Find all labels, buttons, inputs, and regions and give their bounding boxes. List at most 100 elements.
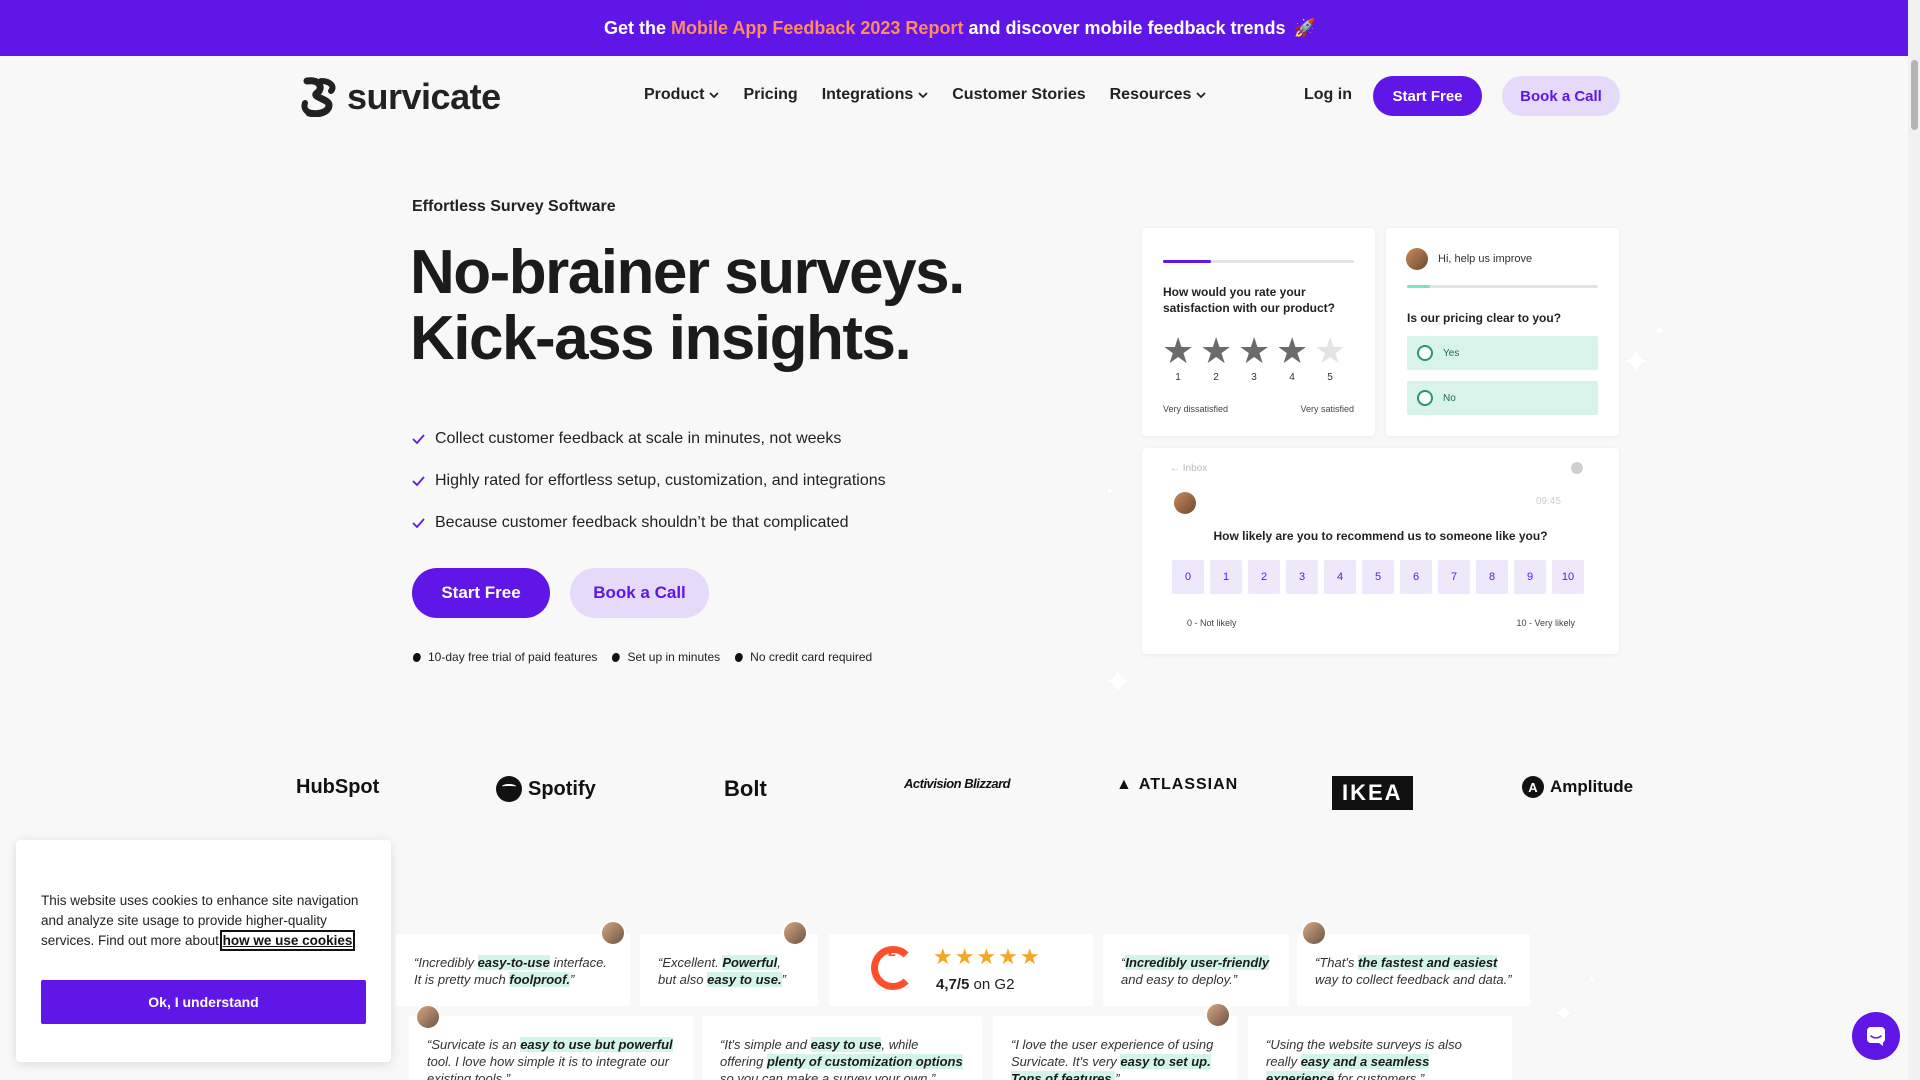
- g2-score-suffix: on G2: [973, 976, 1015, 993]
- amplitude-wordmark: Amplitude: [1550, 777, 1634, 796]
- benefit-text: Because customer feedback shouldn’t be t…: [435, 514, 849, 531]
- nav-links: Product Pricing Integrations Customer St…: [644, 86, 1230, 104]
- nav-product[interactable]: Product: [644, 86, 720, 104]
- review-card: “It's simple and easy to use, while offe…: [702, 1016, 982, 1080]
- cookie-message: This website uses cookies to enhance sit…: [41, 891, 371, 951]
- choice-option-label: Yes: [1443, 347, 1460, 359]
- banner-suffix: and discover mobile feedback trends: [968, 17, 1286, 38]
- review-highlight: the fastest and easiest: [1357, 955, 1498, 970]
- review-text: “Excellent.: [658, 955, 723, 970]
- review-text: way to collect feedback and data.”: [1315, 972, 1512, 987]
- leaf-icon: [413, 652, 421, 662]
- nps-option[interactable]: 5: [1362, 560, 1394, 594]
- review-card: “Using the website surveys is also reall…: [1248, 1016, 1512, 1080]
- amplitude-icon: A: [1522, 776, 1544, 798]
- review-highlight: foolproof.: [509, 972, 571, 987]
- chevron-down-icon: [1196, 92, 1207, 99]
- cookie-text-end: .: [352, 933, 357, 948]
- review-text: so you can make a survey your own.”: [720, 1071, 936, 1080]
- nps-option[interactable]: 2: [1248, 560, 1280, 594]
- atlassian-wordmark: ATLASSIAN: [1138, 776, 1239, 793]
- check-icon: [412, 518, 425, 528]
- star-icon: ★: [1162, 330, 1195, 371]
- login-link[interactable]: Log in: [1304, 86, 1352, 104]
- survicate-logo-icon: [301, 77, 336, 117]
- nps-low-label: 0 - Not likely: [1187, 618, 1237, 628]
- star-number: 2: [1213, 372, 1219, 383]
- benefit-item: Collect customer feedback at scale in mi…: [412, 418, 886, 460]
- review-card: “Incredibly easy-to-use interface. It is…: [396, 920, 630, 1006]
- perk-text: No credit card required: [750, 650, 873, 664]
- review-highlight: easy to use: [810, 1037, 882, 1052]
- chat-launcher-button[interactable]: [1852, 1012, 1900, 1060]
- nps-option[interactable]: 9: [1514, 560, 1546, 594]
- choice-option-no[interactable]: No: [1407, 381, 1598, 415]
- nps-option[interactable]: 7: [1438, 560, 1470, 594]
- star-option[interactable]: ★ 5: [1314, 333, 1346, 384]
- review-card: “Incredibly user-friendly and easy to de…: [1103, 934, 1289, 1006]
- choice-option-yes[interactable]: Yes: [1407, 336, 1598, 370]
- avatar: [1205, 1002, 1231, 1028]
- nps-option[interactable]: 1: [1210, 560, 1242, 594]
- headline-line-2: Kick-ass insights.: [410, 304, 912, 373]
- rating-progress-fill: [1163, 260, 1211, 263]
- nav-pricing[interactable]: Pricing: [743, 86, 797, 104]
- star-number: 1: [1175, 372, 1181, 383]
- cookie-consent-banner: This website uses cookies to enhance sit…: [16, 840, 391, 1062]
- review-text: “Incredibly: [414, 955, 478, 970]
- star-rating: ★ 1 ★ 2 ★ 3 ★ 4 ★ 5: [1162, 330, 1346, 384]
- star-number: 5: [1327, 372, 1333, 383]
- star-option[interactable]: ★ 1: [1162, 330, 1195, 384]
- rating-question: How would you rate your satisfaction wit…: [1163, 285, 1336, 315]
- nps-question: How likely are you to recommend us to so…: [1213, 529, 1548, 543]
- ikea-wordmark: IKEA: [1332, 776, 1413, 810]
- nav-book-call-button[interactable]: Book a Call: [1502, 76, 1620, 116]
- announcement-banner[interactable]: Get the Mobile App Feedback 2023 Report …: [0, 0, 1920, 56]
- hero-book-call-button[interactable]: Book a Call: [570, 568, 709, 618]
- star-option[interactable]: ★ 4: [1276, 333, 1308, 384]
- scrollbar-thumb[interactable]: [1911, 60, 1918, 130]
- hero-start-free-button[interactable]: Start Free: [412, 568, 550, 618]
- logo-wordmark: survicate: [347, 76, 501, 117]
- nav-integrations[interactable]: Integrations: [822, 86, 929, 104]
- choice-greeting: Hi, help us improve: [1438, 253, 1533, 265]
- nps-option[interactable]: 4: [1324, 560, 1356, 594]
- atlassian-logo: ▲ ATLASSIAN: [1116, 776, 1238, 794]
- star-number: 4: [1289, 372, 1295, 383]
- review-text: tool. I love how simple it is to integra…: [427, 1054, 670, 1080]
- banner-prefix: Get the: [604, 17, 667, 38]
- review-text: “That's: [1315, 955, 1358, 970]
- page-scrollbar[interactable]: [1908, 0, 1920, 1080]
- rating-high-label: Very satisfied: [1300, 404, 1354, 414]
- nps-option[interactable]: 3: [1286, 560, 1318, 594]
- nps-option[interactable]: 10: [1552, 560, 1584, 594]
- hubspot-logo: HubSpot: [296, 776, 380, 798]
- cookie-accept-button[interactable]: Ok, I understand: [41, 980, 366, 1024]
- g2-logo-icon: 2: [871, 943, 915, 990]
- nps-option[interactable]: 0: [1172, 560, 1204, 594]
- nps-option[interactable]: 8: [1476, 560, 1508, 594]
- star-option[interactable]: ★ 3: [1238, 333, 1270, 384]
- star-number: 3: [1251, 372, 1257, 383]
- g2-stars-icon: ★★★★★: [933, 944, 1042, 969]
- nav-start-free-button[interactable]: Start Free: [1373, 76, 1482, 116]
- cookie-policy-link[interactable]: how we use cookies: [219, 930, 356, 951]
- survicate-logo[interactable]: survicate: [299, 76, 501, 118]
- benefit-item: Highly rated for effortless setup, custo…: [412, 460, 886, 502]
- nps-option[interactable]: 6: [1400, 560, 1432, 594]
- nav-customer-stories[interactable]: Customer Stories: [952, 86, 1085, 104]
- review-highlight: easy to use but powerful: [520, 1037, 673, 1052]
- nav-resources[interactable]: Resources: [1110, 86, 1207, 104]
- review-text: and easy to deploy.”: [1121, 972, 1238, 987]
- inbox-label: ← Inbox: [1170, 463, 1208, 474]
- rating-survey-card: How would you rate your satisfaction wit…: [1142, 228, 1375, 436]
- star-option[interactable]: ★ 2: [1200, 333, 1232, 384]
- nps-high-label: 10 - Very likely: [1516, 618, 1575, 628]
- benefits-list: Collect customer feedback at scale in mi…: [412, 418, 886, 544]
- perk-item: Set up in minutes: [611, 650, 720, 664]
- banner-report-link[interactable]: Mobile App Feedback 2023 Report: [671, 18, 963, 39]
- ikea-logo: IKEA: [1332, 776, 1413, 810]
- activision-blizzard-logo: Activision Blizzard: [904, 776, 1011, 791]
- rocket-icon: 🚀: [1293, 17, 1316, 38]
- choice-progress-bar: [1407, 285, 1598, 288]
